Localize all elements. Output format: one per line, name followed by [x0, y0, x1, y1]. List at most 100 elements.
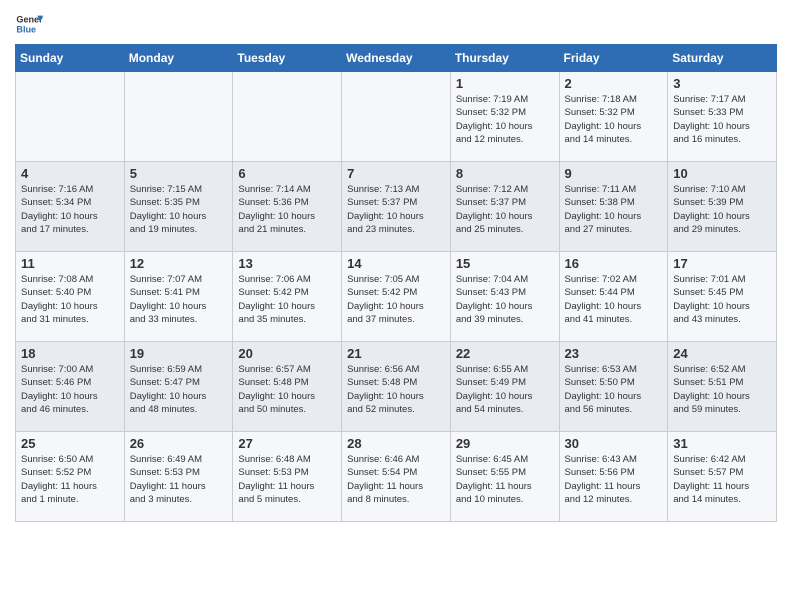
day-info: Sunrise: 7:07 AM Sunset: 5:41 PM Dayligh… — [130, 273, 228, 326]
day-info: Sunrise: 7:12 AM Sunset: 5:37 PM Dayligh… — [456, 183, 554, 236]
day-number: 26 — [130, 436, 228, 451]
day-number: 7 — [347, 166, 445, 181]
day-number: 21 — [347, 346, 445, 361]
day-number: 30 — [565, 436, 663, 451]
day-number: 17 — [673, 256, 771, 271]
day-number: 19 — [130, 346, 228, 361]
calendar-day-cell: 2 Sunrise: 7:18 AM Sunset: 5:32 PM Daylig… — [559, 72, 668, 162]
day-number: 2 — [565, 76, 663, 91]
calendar-day-cell: 30 Sunrise: 6:43 AM Sunset: 5:56 PM Dayli… — [559, 432, 668, 522]
weekday-header-thursday: Thursday — [450, 45, 559, 72]
calendar-week-row: 11 Sunrise: 7:08 AM Sunset: 5:40 PM Dayli… — [16, 252, 777, 342]
day-number: 5 — [130, 166, 228, 181]
calendar-day-cell: 29Sunrise: 6:45 AM Sunset: 5:55 PM Dayli… — [450, 432, 559, 522]
day-info: Sunrise: 7:16 AM Sunset: 5:34 PM Dayligh… — [21, 183, 119, 236]
day-info: Sunrise: 7:02 AM Sunset: 5:44 PM Dayligh… — [565, 273, 663, 326]
day-info: Sunrise: 7:06 AM Sunset: 5:42 PM Dayligh… — [238, 273, 336, 326]
day-info: Sunrise: 7:17 AM Sunset: 5:33 PM Dayligh… — [673, 93, 771, 146]
day-info: Sunrise: 6:55 AM Sunset: 5:49 PM Dayligh… — [456, 363, 554, 416]
day-number: 11 — [21, 256, 119, 271]
day-info: Sunrise: 7:13 AM Sunset: 5:37 PM Dayligh… — [347, 183, 445, 236]
logo-icon: General Blue — [15, 10, 43, 38]
day-number: 3 — [673, 76, 771, 91]
weekday-header-friday: Friday — [559, 45, 668, 72]
day-info: Sunrise: 6:43 AM Sunset: 5:56 PM Dayligh… — [565, 453, 663, 506]
day-info: Sunrise: 6:52 AM Sunset: 5:51 PM Dayligh… — [673, 363, 771, 416]
day-info: Sunrise: 6:46 AM Sunset: 5:54 PM Dayligh… — [347, 453, 445, 506]
day-info: Sunrise: 7:08 AM Sunset: 5:40 PM Dayligh… — [21, 273, 119, 326]
day-number: 12 — [130, 256, 228, 271]
calendar-day-cell: 10Sunrise: 7:10 AM Sunset: 5:39 PM Dayli… — [668, 162, 777, 252]
day-info: Sunrise: 6:53 AM Sunset: 5:50 PM Dayligh… — [565, 363, 663, 416]
calendar-day-cell — [16, 72, 125, 162]
day-number: 18 — [21, 346, 119, 361]
logo: General Blue — [15, 10, 47, 38]
calendar-day-cell: 1 Sunrise: 7:19 AM Sunset: 5:32 PM Daylig… — [450, 72, 559, 162]
day-info: Sunrise: 6:56 AM Sunset: 5:48 PM Dayligh… — [347, 363, 445, 416]
calendar-day-cell: 21 Sunrise: 6:56 AM Sunset: 5:48 PM Dayli… — [342, 342, 451, 432]
day-info: Sunrise: 7:01 AM Sunset: 5:45 PM Dayligh… — [673, 273, 771, 326]
day-number: 6 — [238, 166, 336, 181]
calendar-day-cell: 3 Sunrise: 7:17 AM Sunset: 5:33 PM Daylig… — [668, 72, 777, 162]
weekday-header-saturday: Saturday — [668, 45, 777, 72]
page-header: General Blue — [15, 10, 777, 38]
day-number: 14 — [347, 256, 445, 271]
day-info: Sunrise: 7:19 AM Sunset: 5:32 PM Dayligh… — [456, 93, 554, 146]
calendar-day-cell: 8 Sunrise: 7:12 AM Sunset: 5:37 PM Daylig… — [450, 162, 559, 252]
calendar-day-cell: 12 Sunrise: 7:07 AM Sunset: 5:41 PM Dayli… — [124, 252, 233, 342]
day-info: Sunrise: 7:04 AM Sunset: 5:43 PM Dayligh… — [456, 273, 554, 326]
weekday-header-sunday: Sunday — [16, 45, 125, 72]
calendar-day-cell: 22Sunrise: 6:55 AM Sunset: 5:49 PM Dayli… — [450, 342, 559, 432]
weekday-header-tuesday: Tuesday — [233, 45, 342, 72]
calendar-day-cell: 9 Sunrise: 7:11 AM Sunset: 5:38 PM Daylig… — [559, 162, 668, 252]
calendar-day-cell: 6 Sunrise: 7:14 AM Sunset: 5:36 PM Daylig… — [233, 162, 342, 252]
day-info: Sunrise: 7:14 AM Sunset: 5:36 PM Dayligh… — [238, 183, 336, 236]
day-number: 25 — [21, 436, 119, 451]
weekday-header-monday: Monday — [124, 45, 233, 72]
day-number: 1 — [456, 76, 554, 91]
calendar-day-cell: 7 Sunrise: 7:13 AM Sunset: 5:37 PM Daylig… — [342, 162, 451, 252]
calendar-day-cell — [342, 72, 451, 162]
day-info: Sunrise: 7:11 AM Sunset: 5:38 PM Dayligh… — [565, 183, 663, 236]
day-info: Sunrise: 6:49 AM Sunset: 5:53 PM Dayligh… — [130, 453, 228, 506]
day-number: 4 — [21, 166, 119, 181]
calendar-day-cell: 24Sunrise: 6:52 AM Sunset: 5:51 PM Dayli… — [668, 342, 777, 432]
calendar-day-cell: 23 Sunrise: 6:53 AM Sunset: 5:50 PM Dayli… — [559, 342, 668, 432]
day-number: 27 — [238, 436, 336, 451]
calendar-day-cell: 15Sunrise: 7:04 AM Sunset: 5:43 PM Dayli… — [450, 252, 559, 342]
calendar-day-cell: 14 Sunrise: 7:05 AM Sunset: 5:42 PM Dayli… — [342, 252, 451, 342]
calendar-day-cell: 28Sunrise: 6:46 AM Sunset: 5:54 PM Dayli… — [342, 432, 451, 522]
calendar-day-cell: 20Sunrise: 6:57 AM Sunset: 5:48 PM Dayli… — [233, 342, 342, 432]
day-info: Sunrise: 7:15 AM Sunset: 5:35 PM Dayligh… — [130, 183, 228, 236]
day-info: Sunrise: 6:42 AM Sunset: 5:57 PM Dayligh… — [673, 453, 771, 506]
calendar-day-cell: 31 Sunrise: 6:42 AM Sunset: 5:57 PM Dayli… — [668, 432, 777, 522]
calendar-day-cell: 26 Sunrise: 6:49 AM Sunset: 5:53 PM Dayli… — [124, 432, 233, 522]
day-info: Sunrise: 7:18 AM Sunset: 5:32 PM Dayligh… — [565, 93, 663, 146]
calendar-day-cell: 18Sunrise: 7:00 AM Sunset: 5:46 PM Dayli… — [16, 342, 125, 432]
calendar-day-cell — [233, 72, 342, 162]
calendar-week-row: 4 Sunrise: 7:16 AM Sunset: 5:34 PM Daylig… — [16, 162, 777, 252]
day-number: 8 — [456, 166, 554, 181]
day-info: Sunrise: 6:59 AM Sunset: 5:47 PM Dayligh… — [130, 363, 228, 416]
svg-text:Blue: Blue — [16, 24, 36, 34]
day-info: Sunrise: 6:50 AM Sunset: 5:52 PM Dayligh… — [21, 453, 119, 506]
day-number: 31 — [673, 436, 771, 451]
calendar-day-cell: 16 Sunrise: 7:02 AM Sunset: 5:44 PM Dayli… — [559, 252, 668, 342]
day-number: 20 — [238, 346, 336, 361]
calendar-day-cell: 27 Sunrise: 6:48 AM Sunset: 5:53 PM Dayli… — [233, 432, 342, 522]
day-number: 9 — [565, 166, 663, 181]
day-info: Sunrise: 6:45 AM Sunset: 5:55 PM Dayligh… — [456, 453, 554, 506]
calendar-day-cell: 5 Sunrise: 7:15 AM Sunset: 5:35 PM Daylig… — [124, 162, 233, 252]
day-number: 23 — [565, 346, 663, 361]
calendar-week-row: 25 Sunrise: 6:50 AM Sunset: 5:52 PM Dayli… — [16, 432, 777, 522]
day-number: 16 — [565, 256, 663, 271]
calendar-table: SundayMondayTuesdayWednesdayThursdayFrid… — [15, 44, 777, 522]
calendar-day-cell — [124, 72, 233, 162]
calendar-week-row: 18Sunrise: 7:00 AM Sunset: 5:46 PM Dayli… — [16, 342, 777, 432]
calendar-day-cell: 25 Sunrise: 6:50 AM Sunset: 5:52 PM Dayli… — [16, 432, 125, 522]
day-info: Sunrise: 6:48 AM Sunset: 5:53 PM Dayligh… — [238, 453, 336, 506]
day-info: Sunrise: 7:05 AM Sunset: 5:42 PM Dayligh… — [347, 273, 445, 326]
calendar-day-cell: 19 Sunrise: 6:59 AM Sunset: 5:47 PM Dayli… — [124, 342, 233, 432]
day-info: Sunrise: 7:10 AM Sunset: 5:39 PM Dayligh… — [673, 183, 771, 236]
day-number: 13 — [238, 256, 336, 271]
